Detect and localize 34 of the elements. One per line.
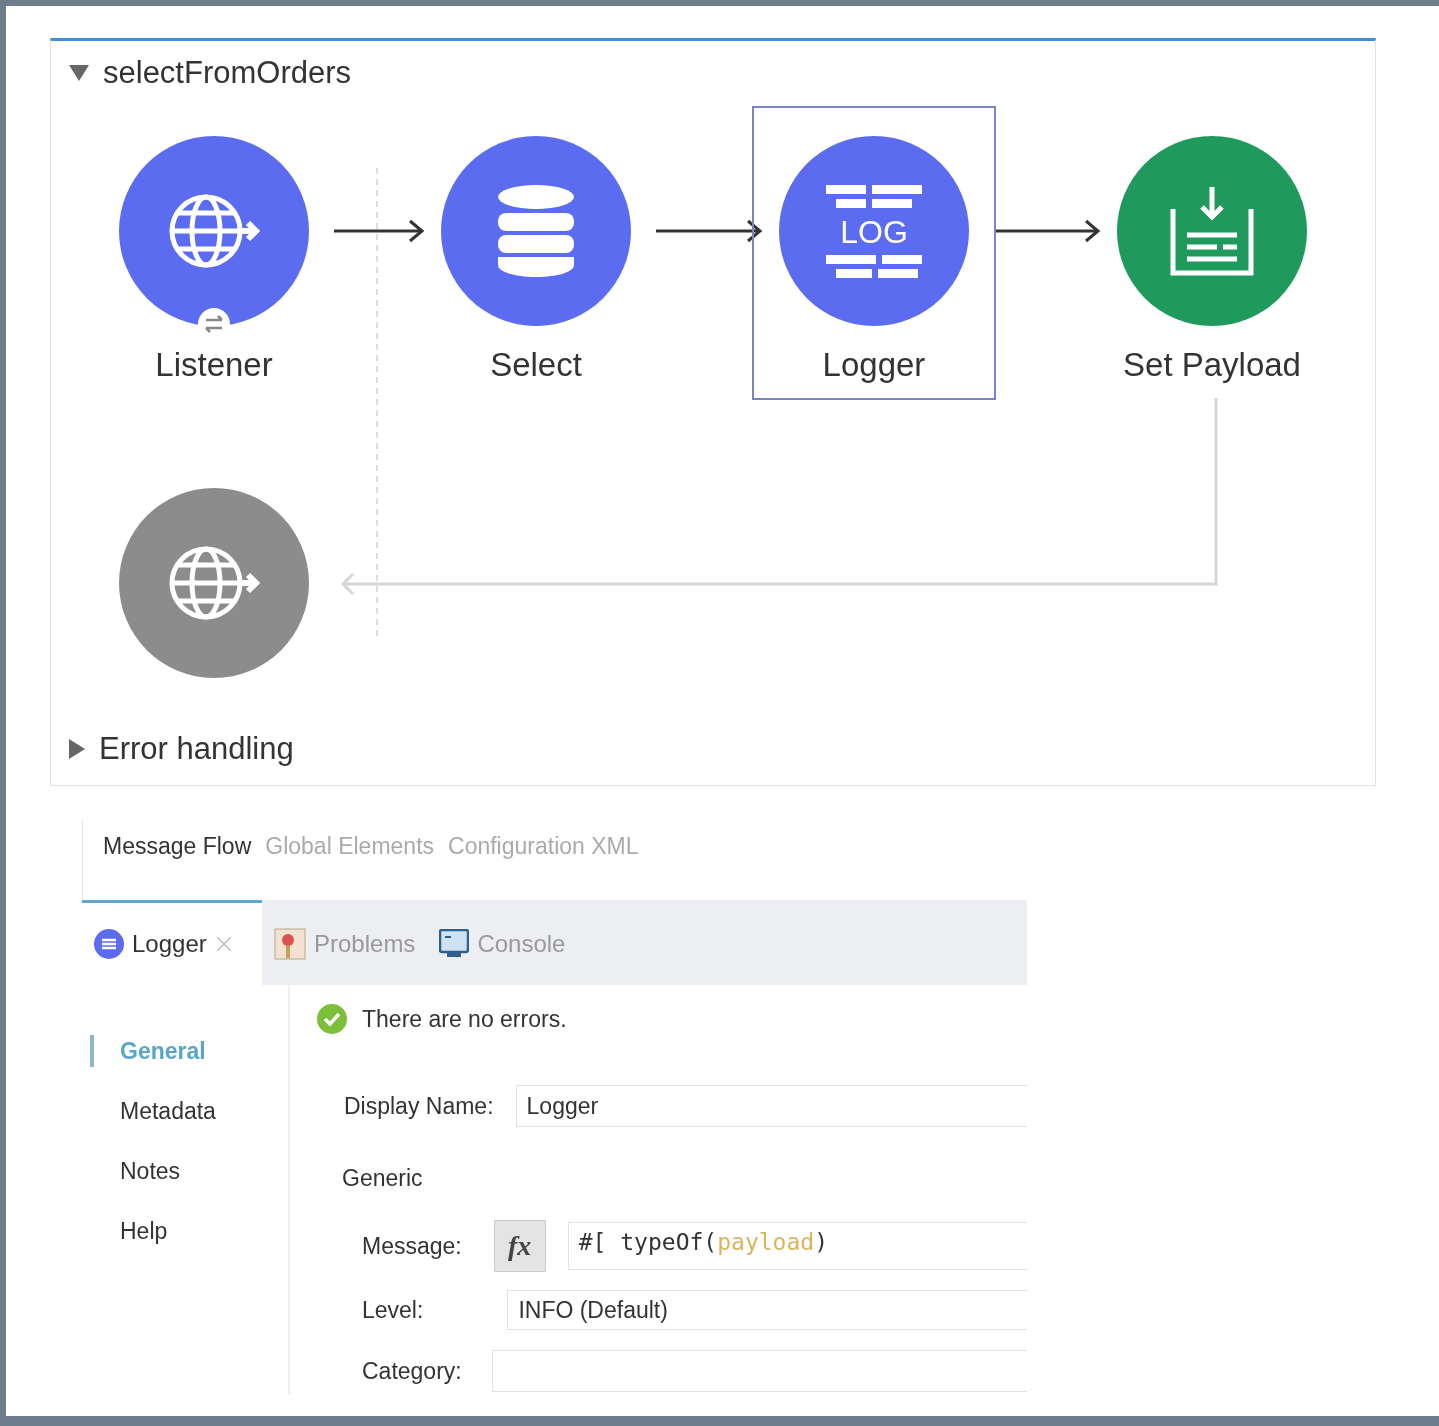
- node-label: Listener: [155, 346, 273, 384]
- log-icon: [94, 929, 124, 959]
- payload-icon: [1169, 185, 1255, 277]
- node-label: Set Payload: [1123, 346, 1301, 384]
- node-label: Select: [490, 346, 582, 384]
- nav-item[interactable]: Metadata: [90, 1095, 288, 1127]
- flow-node[interactable]: LOG Logger: [752, 106, 996, 400]
- field-label: Message:: [362, 1232, 462, 1260]
- fx-button[interactable]: fx: [493, 1220, 546, 1272]
- input-field[interactable]: Logger: [515, 1085, 1027, 1127]
- expand-icon[interactable]: [69, 65, 89, 81]
- input-field[interactable]: [491, 1350, 1027, 1392]
- node-label: Logger: [822, 346, 926, 384]
- database-icon: [496, 183, 576, 279]
- nav-item[interactable]: Help: [90, 1215, 288, 1247]
- field-label: Category:: [362, 1357, 462, 1385]
- view-tab[interactable]: Logger: [82, 900, 262, 985]
- flow-title: selectFromOrders: [103, 55, 352, 91]
- section-title: Generic: [342, 1165, 423, 1192]
- nav-item[interactable]: Notes: [90, 1155, 288, 1187]
- console-icon: [439, 929, 470, 959]
- field-label: Display Name:: [344, 1092, 494, 1120]
- editor-tab[interactable]: Message Flow: [103, 833, 252, 860]
- check-icon: [316, 1003, 348, 1035]
- field-label: Level:: [362, 1296, 424, 1324]
- problems-icon: [274, 928, 306, 960]
- flow-node[interactable]: Set Payload: [1090, 106, 1334, 400]
- input-field[interactable]: #[ typeOf(payload): [567, 1222, 1027, 1270]
- collapse-icon[interactable]: [69, 739, 85, 759]
- input-field[interactable]: INFO (Default): [507, 1290, 1027, 1330]
- status-text: There are no errors.: [362, 1005, 567, 1033]
- section-title[interactable]: Error handling: [99, 731, 294, 767]
- flow-node[interactable]: Select: [414, 106, 658, 400]
- flow-node[interactable]: Listener: [92, 106, 336, 400]
